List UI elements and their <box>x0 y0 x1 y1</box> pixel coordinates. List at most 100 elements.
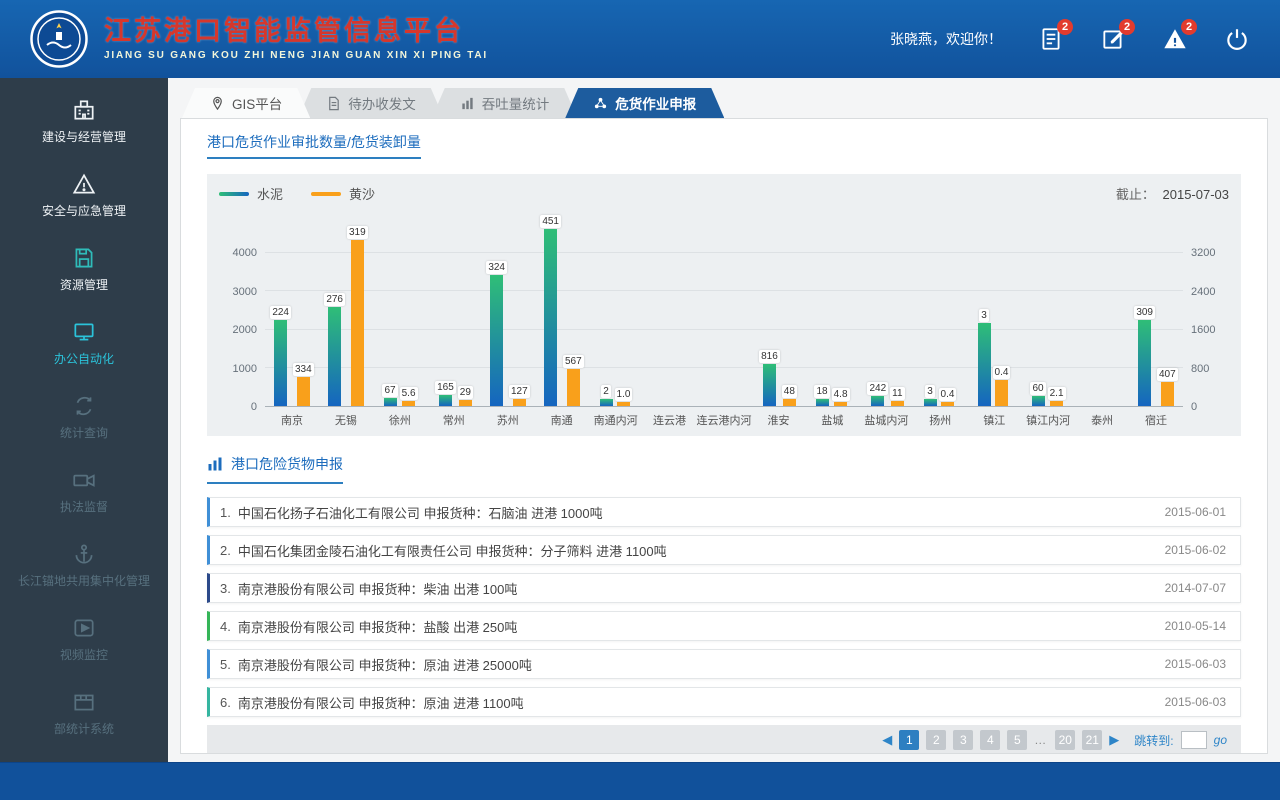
bar-group: 324127 <box>481 215 535 406</box>
bar-value-label: 60 <box>1030 382 1045 395</box>
sidebar-item-statistics-query[interactable]: 统计查询 <box>0 380 168 454</box>
page-button-1[interactable]: 1 <box>899 730 919 750</box>
x-axis-label: 常州 <box>427 412 481 428</box>
declaration-row[interactable]: 5. 南京港股份有限公司 申报货种：原油 进港 25000吨 2015-06-0… <box>207 649 1241 679</box>
sidebar-item-construction-management[interactable]: 建设与经营管理 <box>0 84 168 158</box>
page-button-5[interactable]: 5 <box>1007 730 1027 750</box>
compose-button[interactable]: 2 <box>1100 26 1126 52</box>
prev-page-button[interactable]: ◀ <box>882 732 892 748</box>
sand-bar <box>567 369 580 406</box>
x-axis-label: 连云港内河 <box>697 412 752 428</box>
bar-group: 184.8 <box>805 215 859 406</box>
cement-bar <box>1032 396 1045 406</box>
jump-to-input[interactable] <box>1181 731 1207 749</box>
sidebar-item-label: 部统计系统 <box>48 722 120 737</box>
declaration-text: 中国石化扬子石油化工有限公司 申报货种：石脑油 进港 1000吨 <box>238 503 603 522</box>
sidebar-item-ministry-statistics[interactable]: 部统计系统 <box>0 676 168 750</box>
compose-badge: 2 <box>1119 19 1135 35</box>
page-button-4[interactable]: 4 <box>980 730 1000 750</box>
bar-column: 5.6 <box>400 215 418 406</box>
declaration-text: 南京港股份有限公司 申报货种：盐酸 出港 250吨 <box>238 617 518 636</box>
cement-bar <box>544 229 557 406</box>
tab-pending-documents[interactable]: 待办收发文 <box>298 88 444 118</box>
declaration-row[interactable]: 6. 南京港股份有限公司 申报货种：原油 进港 1100吨 2015-06-03 <box>207 687 1241 717</box>
bar-column: 60 <box>1030 215 1045 406</box>
bar-column: 4.8 <box>832 215 850 406</box>
tab-throughput-statistics[interactable]: 吞吐量统计 <box>432 88 578 118</box>
bar-column: 0.4 <box>993 215 1011 406</box>
declaration-row[interactable]: 3. 南京港股份有限公司 申报货种：柴油 出港 100吨 2014-07-07 <box>207 573 1241 603</box>
bar-column: 3 <box>978 215 991 406</box>
sidebar-item-resource-management[interactable]: 资源管理 <box>0 232 168 306</box>
bar-value-label: 816 <box>759 350 780 363</box>
declaration-row[interactable]: 2. 中国石化集团金陵石油化工有限责任公司 申报货种：分子筛料 进港 1100吨… <box>207 535 1241 565</box>
bar-value-label: 324 <box>486 261 507 274</box>
bar-value-label: 5.6 <box>400 387 418 400</box>
header: 江苏港口智能监管信息平台 JIANG SU GANG KOU ZHI NENG … <box>0 0 1280 78</box>
title-block: 江苏港口智能监管信息平台 JIANG SU GANG KOU ZHI NENG … <box>104 17 488 61</box>
bar-group <box>643 215 697 406</box>
next-page-button[interactable]: ▶ <box>1109 732 1119 748</box>
sidebar-item-law-enforcement[interactable]: 执法监督 <box>0 454 168 528</box>
anchorage-management-icon <box>71 541 97 567</box>
sidebar-item-label: 建设与经营管理 <box>36 130 132 145</box>
bar-value-label: 334 <box>293 363 314 376</box>
resource-management-icon <box>71 245 97 271</box>
gis-icon <box>210 96 225 111</box>
sidebar-item-video-monitoring[interactable]: 视频监控 <box>0 602 168 676</box>
bar-group: 675.6 <box>373 215 427 406</box>
bar-column: 18 <box>814 215 829 406</box>
y-tick-right: 1600 <box>1191 324 1215 336</box>
bar-value-label: 224 <box>270 306 291 319</box>
x-axis-label: 南京 <box>265 412 319 428</box>
go-button[interactable]: go <box>1214 733 1227 747</box>
documents-button[interactable]: 2 <box>1038 26 1064 52</box>
sidebar-item-anchorage-management[interactable]: 长江锚地共用集中化管理 <box>0 528 168 602</box>
declaration-text: 南京港股份有限公司 申报货种：柴油 出港 100吨 <box>238 579 518 598</box>
x-axis-label: 镇江内河 <box>1021 412 1075 428</box>
page-button-20[interactable]: 20 <box>1055 730 1075 750</box>
x-axis-label: 盐城 <box>805 412 859 428</box>
bar-group: 276319 <box>319 215 373 406</box>
chart-section-header: 港口危货作业审批数量/危货装卸量 <box>207 135 1241 159</box>
as-of-date: 截止： 2015-07-03 <box>1116 184 1229 203</box>
declaration-number: 4. <box>220 619 231 634</box>
legend-label-cement: 水泥 <box>257 184 283 203</box>
y-tick-left: 4000 <box>233 247 257 259</box>
declaration-row[interactable]: 1. 中国石化扬子石油化工有限公司 申报货种：石脑油 进港 1000吨 2015… <box>207 497 1241 527</box>
bar-group: 16529 <box>427 215 481 406</box>
power-icon <box>1224 26 1250 52</box>
cement-bar <box>763 364 776 406</box>
bar-column: 48 <box>782 215 797 406</box>
declaration-row[interactable]: 4. 南京港股份有限公司 申报货种：盐酸 出港 250吨 2010-05-14 <box>207 611 1241 641</box>
cement-bar <box>600 399 613 406</box>
legend-swatch-cement <box>219 192 249 196</box>
page-button-3[interactable]: 3 <box>953 730 973 750</box>
sand-bar <box>617 402 630 406</box>
chart-section-title: 港口危货作业审批数量/危货装卸量 <box>207 135 421 159</box>
bar-value-label: 3 <box>979 309 989 322</box>
tab-gis-platform[interactable]: GIS平台 <box>182 88 310 118</box>
tab-dangerous-goods-declaration[interactable]: 危货作业申报 <box>565 88 724 118</box>
page-button-21[interactable]: 21 <box>1082 730 1102 750</box>
as-of-value: 2015-07-03 <box>1163 187 1230 202</box>
bar-value-label: 67 <box>382 384 397 397</box>
logout-button[interactable] <box>1224 26 1250 52</box>
bar-value-label: 567 <box>563 355 584 368</box>
content-panel: 港口危货作业审批数量/危货装卸量 水泥 黄沙 截 <box>180 118 1268 754</box>
law-enforcement-icon <box>71 467 97 493</box>
legend-label-sand: 黄沙 <box>349 184 375 203</box>
bar-group: 451567 <box>535 215 589 406</box>
bar-value-label: 3 <box>925 385 935 398</box>
page-button-2[interactable]: 2 <box>926 730 946 750</box>
sidebar-item-safety-emergency[interactable]: 安全与应急管理 <box>0 158 168 232</box>
bar-group: 81648 <box>751 215 805 406</box>
sidebar: 建设与经营管理 安全与应急管理 资源管理 <box>0 78 168 762</box>
y-tick-right: 800 <box>1191 363 1209 375</box>
bar-group: 602.1 <box>1021 215 1075 406</box>
bar-value-label: 0.4 <box>939 388 957 401</box>
alerts-button[interactable]: 2 <box>1162 26 1188 52</box>
sidebar-item-label: 长江锚地共用集中化管理 <box>12 574 156 589</box>
sidebar-item-office-automation[interactable]: 办公自动化 <box>0 306 168 380</box>
bar-group: 309407 <box>1129 215 1183 406</box>
